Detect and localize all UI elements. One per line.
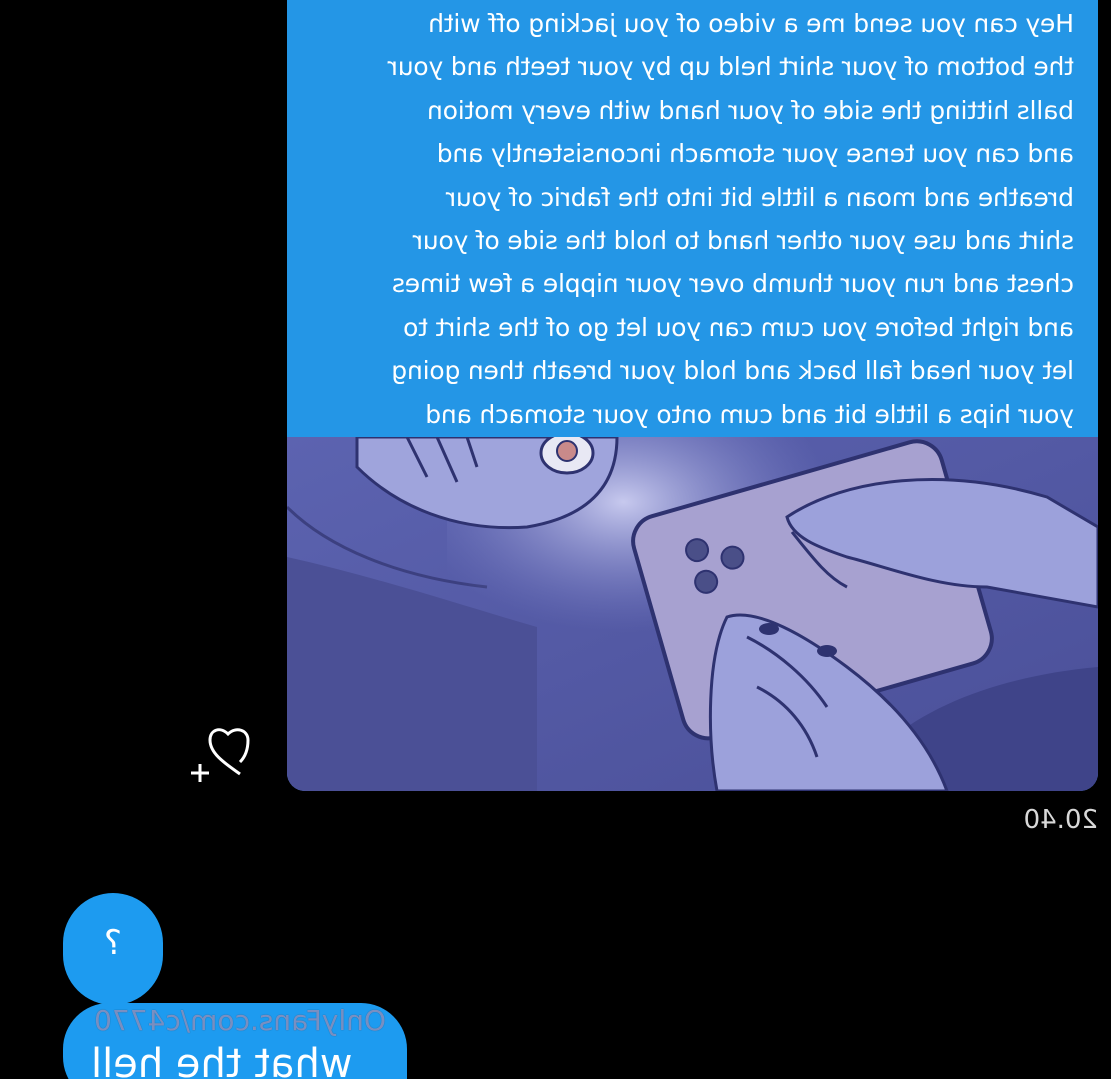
heart-plus-icon[interactable]: [188, 722, 262, 784]
illustration-image[interactable]: [287, 437, 1098, 791]
question-message-text: ?: [103, 923, 123, 963]
caption-text: Hey can you send me a video of you jacki…: [387, 9, 1074, 429]
message-timestamp: 20.40: [1023, 805, 1098, 835]
watermark-text: OnlyFans.com/c4770: [94, 1004, 386, 1037]
chat-screen: Hey can you send me a video of you jacki…: [0, 0, 1111, 1079]
media-message[interactable]: Hey can you send me a video of you jacki…: [287, 0, 1098, 791]
media-caption: Hey can you send me a video of you jacki…: [287, 0, 1098, 437]
question-message-bubble[interactable]: ?: [63, 893, 163, 1005]
reply-message-text: what the hell: [91, 1041, 353, 1079]
